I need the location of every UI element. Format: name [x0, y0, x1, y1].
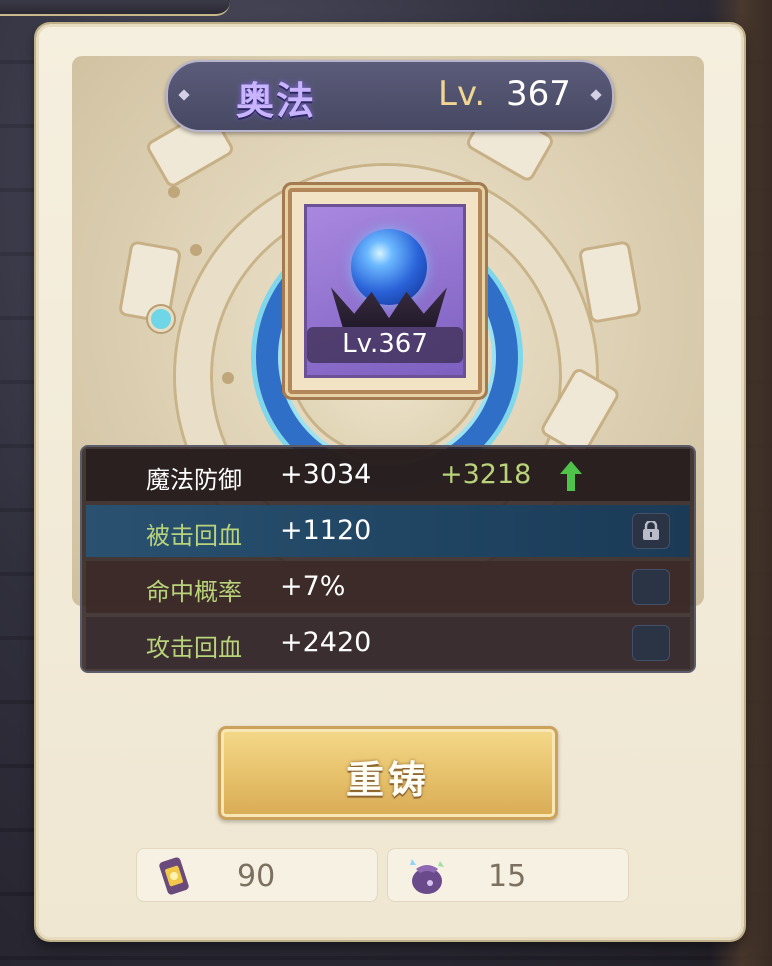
stat-row: 魔法防御 +3034 +3218 [86, 449, 690, 501]
resource-slot[interactable]: 90 [136, 848, 378, 902]
node-dot [190, 244, 202, 256]
ring-segment [577, 240, 643, 324]
recast-label: 重铸 [345, 758, 430, 802]
lock-toggle[interactable] [632, 513, 670, 549]
lantern-scroll-icon [159, 857, 189, 895]
stat-new-value: +3218 [440, 459, 532, 490]
level-prefix: Lv. [438, 74, 486, 114]
stat-value: +2420 [280, 627, 372, 658]
gem-level-label: Lv.367 [342, 329, 428, 359]
lock-icon [643, 521, 659, 540]
stat-row: 攻击回血 +2420 [86, 617, 690, 669]
stat-name: 攻击回血 [146, 634, 242, 662]
level-value: 367 [506, 74, 571, 114]
green-up-arrow-icon [560, 461, 582, 491]
stat-row: 被击回血 +1120 [86, 505, 690, 557]
gem-level-badge: Lv.367 [307, 327, 463, 363]
stat-name: 命中概率 [146, 578, 242, 606]
lock-toggle[interactable] [632, 625, 670, 661]
node-dot [168, 186, 180, 198]
stat-name: 被击回血 [146, 522, 242, 550]
resource-count: 90 [237, 859, 276, 894]
node-dot [222, 372, 234, 384]
purple-pouch-icon [410, 859, 444, 894]
gem-card: Lv.367 [304, 204, 466, 378]
diamond-ornament-icon [178, 89, 190, 101]
gem-slot[interactable]: Lv.367 [288, 188, 482, 394]
stat-row: 命中概率 +7% [86, 561, 690, 613]
stat-value: +1120 [280, 515, 372, 546]
resource-count: 15 [488, 859, 527, 894]
stats-panel: 魔法防御 +3034 +3218 被击回血 +1120 命中概率 +7% 攻击回… [80, 445, 696, 673]
diamond-ornament-icon [590, 89, 602, 101]
cyan-node-icon [148, 306, 174, 332]
stat-name: 魔法防御 [146, 466, 242, 494]
gem-name: 奥法 [236, 79, 317, 123]
stat-value: +3034 [280, 459, 372, 490]
lock-toggle[interactable] [632, 569, 670, 605]
top-frame-edge [0, 0, 230, 16]
recast-button[interactable]: 重铸 [218, 726, 558, 820]
blue-crystal-orb-icon [351, 229, 427, 305]
stat-value: +7% [280, 571, 346, 602]
gem-title-bar: 奥法 Lv. 367 [166, 60, 614, 132]
resource-slot[interactable]: 15 [387, 848, 629, 902]
